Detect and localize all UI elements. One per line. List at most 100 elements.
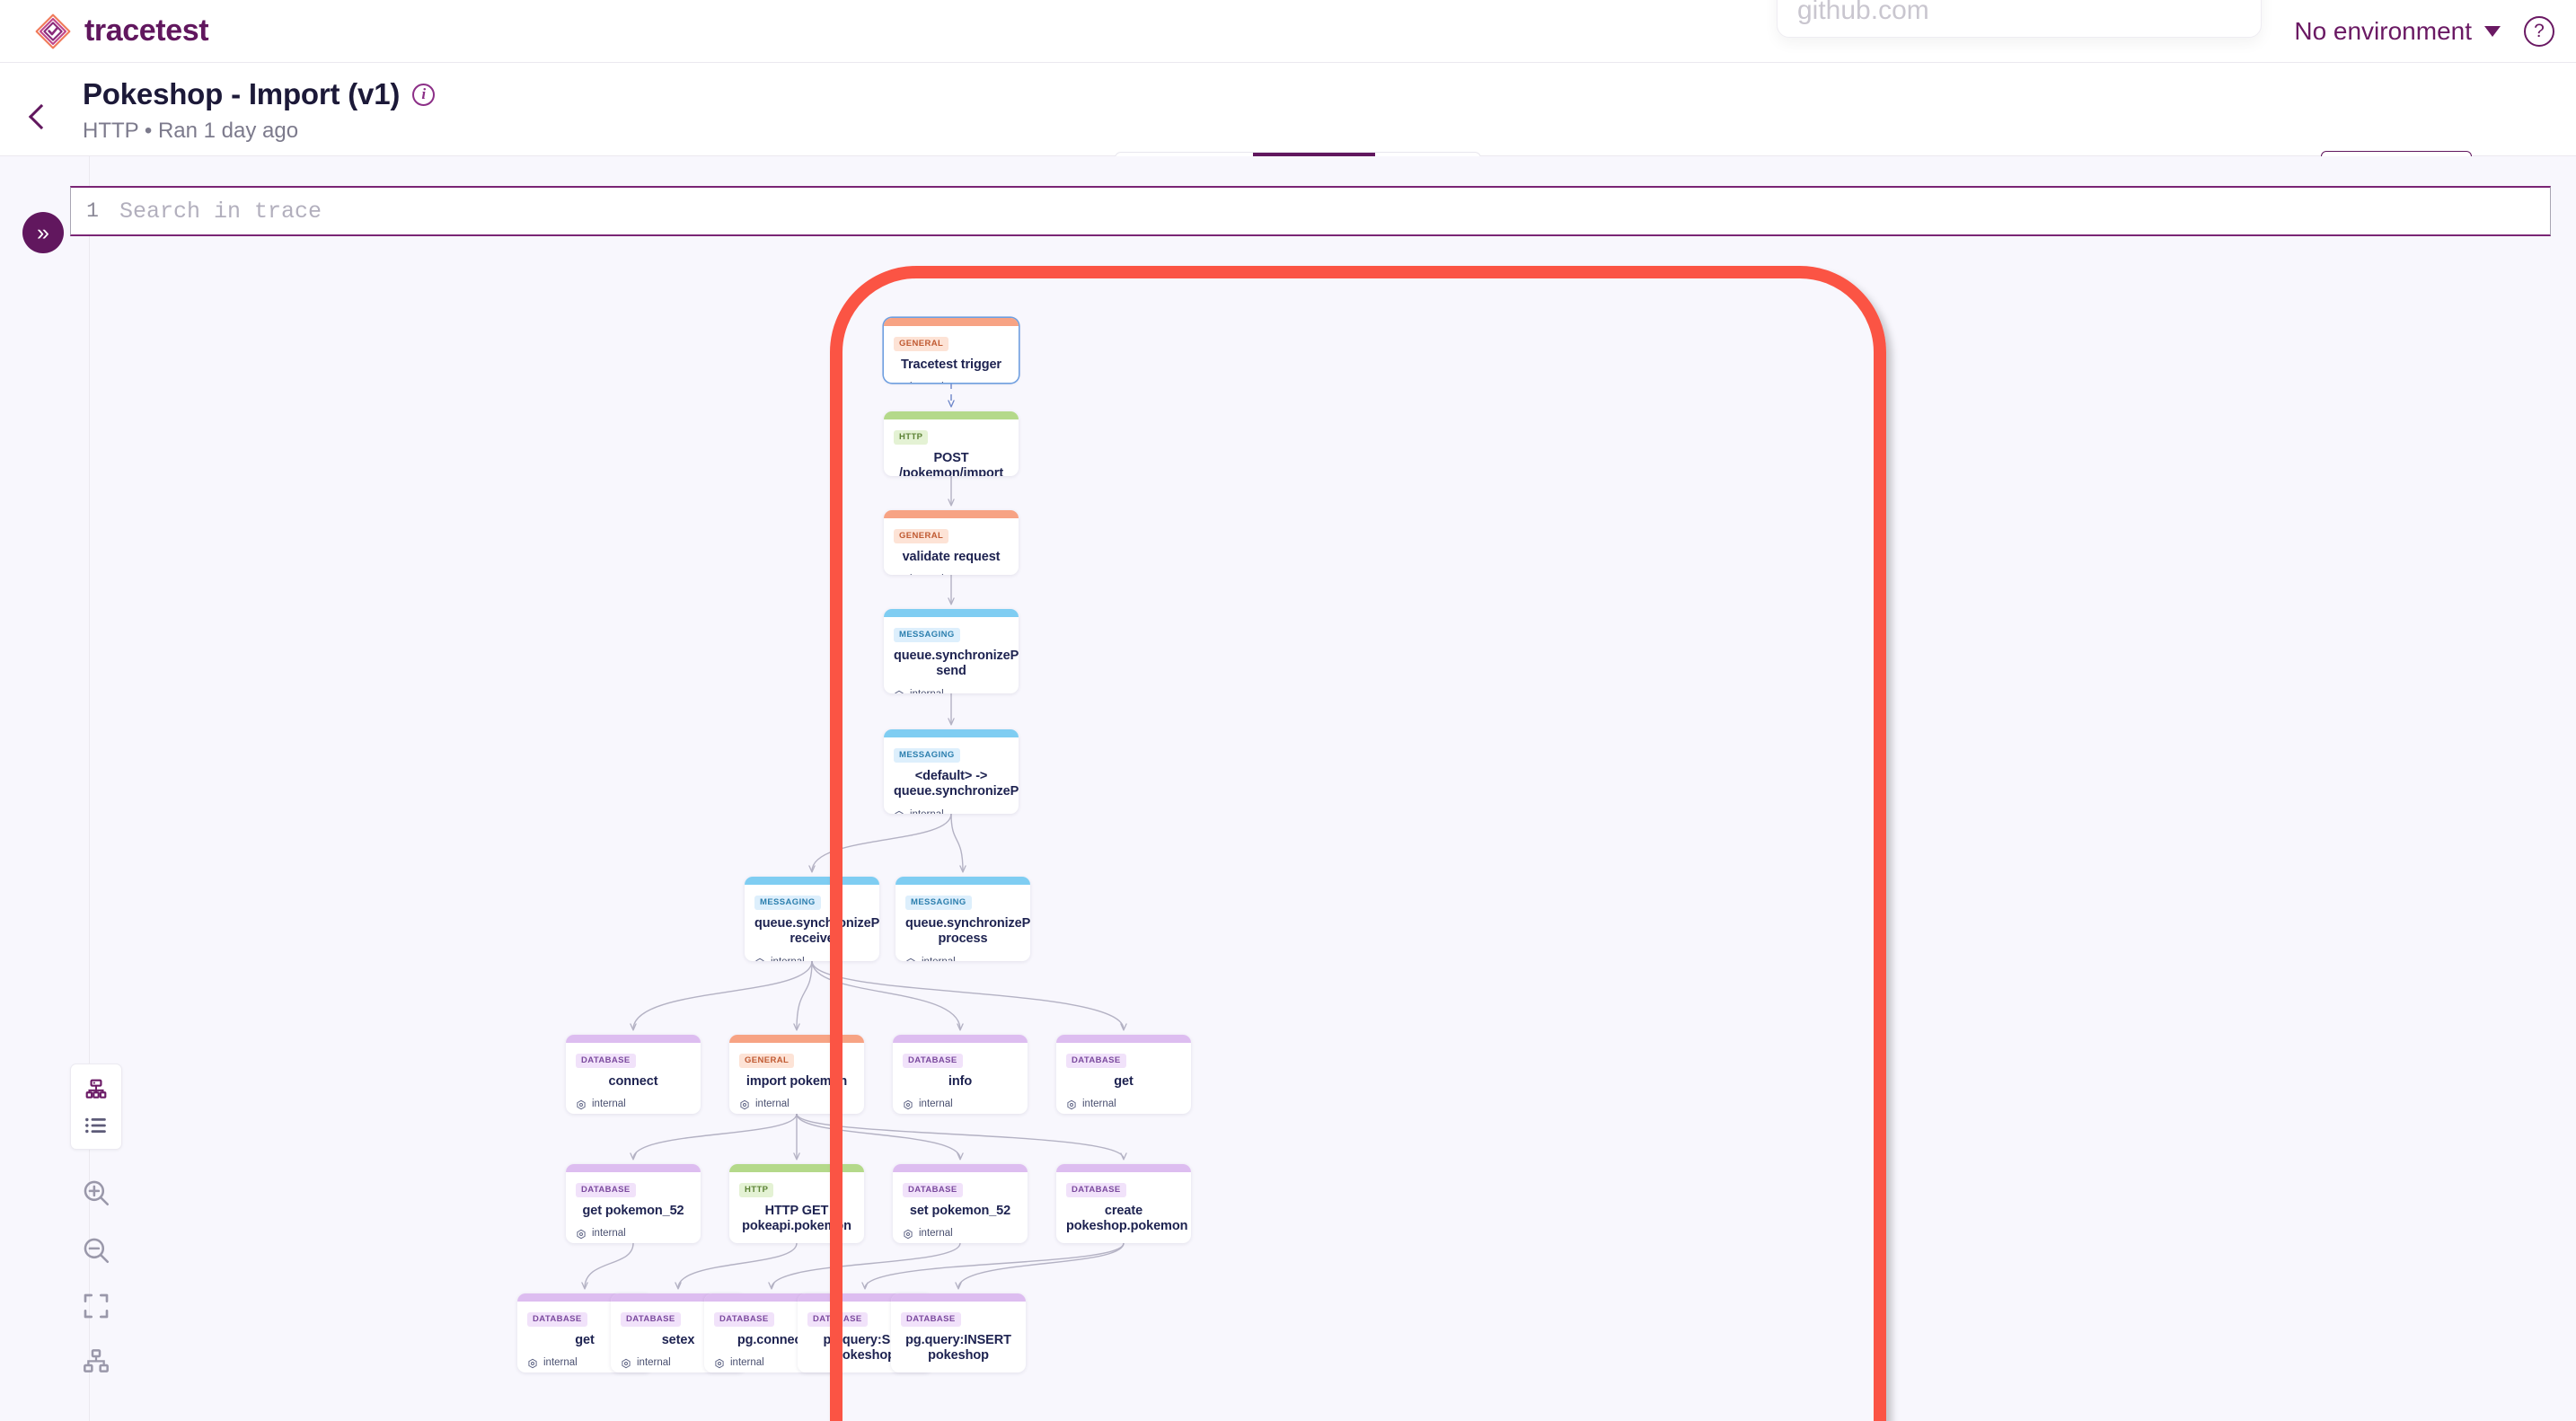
span-type-bar [884, 609, 1019, 617]
span-node[interactable]: HTTPPOST /pokemon/importinternal3ms [884, 411, 1019, 476]
span-kind-row: internal [576, 1226, 691, 1242]
span-node[interactable]: DATABASEset pokemon_52internalredis943us [893, 1164, 1028, 1243]
span-kind-row: internal [739, 1097, 854, 1113]
span-node[interactable]: MESSAGING queue.synchronizePokemon receiv… [745, 877, 879, 961]
span-kind-row: internal [903, 1226, 1018, 1242]
span-node[interactable]: DATABASEpg.query:INSERT pokeshopinternal… [891, 1293, 1026, 1372]
question-circle-icon[interactable]: ? [2524, 16, 2554, 47]
span-meta: internal57ms [894, 380, 1009, 383]
span-title: validate request [902, 549, 1001, 564]
span-title: get [1114, 1073, 1134, 1089]
span-type-bar [893, 1035, 1028, 1043]
span-node[interactable]: DATABASEinfointernalredis937us [893, 1035, 1028, 1114]
trace-graph-canvas[interactable]: GENERAL Tracetest trigger internal57ms HTTP… [90, 156, 2576, 1421]
span-type-badge: MESSAGING [754, 895, 821, 910]
span-meta: internal 199ms [739, 1097, 854, 1114]
span-node[interactable]: DATABASEget pokemon_52internalredis7ms [566, 1164, 701, 1243]
span-title: connect [608, 1073, 658, 1089]
span-kind-label: internal [543, 1357, 578, 1369]
span-kind-label: internal [919, 1228, 953, 1240]
trace-main-area: » 1 Search in trace GENERAL Tracetest tr… [0, 156, 2576, 1421]
span-title: import pokemon [745, 1073, 848, 1089]
span-body: DATABASEconnectinternalredis103us [566, 1043, 701, 1114]
span-meta: internalredis937us [903, 1097, 1018, 1114]
span-duration-label: 199ms [755, 1113, 787, 1114]
span-type-bar [884, 729, 1019, 737]
span-type-badge: DATABASE [903, 1182, 963, 1197]
span-type-badge: DATABASE [714, 1311, 774, 1327]
span-kind-label: internal [771, 955, 805, 961]
span-node[interactable]: MESSAGING queue.synchronizePokemon send in… [884, 609, 1019, 693]
address-ghost-input[interactable]: github.com [1777, 0, 2262, 38]
hexagon-internal-icon [622, 1358, 631, 1369]
span-meta: internal622us [894, 572, 1009, 575]
span-kind-row: internal [739, 1242, 854, 1243]
brand-logo-group[interactable]: tracetest [34, 13, 209, 50]
span-type-bar [729, 1035, 864, 1043]
chevron-left-icon[interactable] [28, 103, 55, 130]
graph-edge-layer [90, 383, 2576, 1421]
graph-edge [812, 813, 952, 871]
span-node[interactable]: DATABASE create pokeshop.pokemon internalp… [1056, 1164, 1191, 1243]
brand-name: tracetest [84, 13, 209, 48]
info-circle-icon[interactable]: i [412, 83, 436, 106]
span-type-badge: MESSAGING [905, 895, 972, 910]
span-meta: internalpostgres106ms [1066, 1242, 1181, 1243]
span-type-badge: DATABASE [1066, 1053, 1126, 1068]
span-kind-row: internal [894, 380, 1009, 383]
span-type-badge: DATABASE [576, 1053, 636, 1068]
span-type-bar [729, 1164, 864, 1172]
span-node[interactable]: GENERAL validate request internal622us [884, 510, 1019, 575]
span-meta: internalredis7ms [576, 1226, 691, 1243]
drawer-expand-toggle[interactable]: » [22, 212, 64, 253]
span-body: MESSAGING queue.synchronizePokemon receiv… [745, 885, 879, 961]
page-title: Pokeshop - Import (v1) i [83, 77, 436, 111]
span-type-badge: MESSAGING [894, 747, 960, 763]
span-kind-label: internal [730, 1357, 764, 1369]
span-type-badge: DATABASE [901, 1311, 961, 1327]
span-node[interactable]: GENERAL import pokemon internal 199ms [729, 1035, 864, 1114]
span-type-bar [891, 1293, 1026, 1302]
graph-edge [633, 1113, 798, 1159]
span-body: MESSAGING <default> -> queue.synchronizeP… [884, 737, 1019, 814]
span-system-row: redis [576, 1113, 691, 1114]
span-type-bar [884, 318, 1019, 326]
span-meta: internal84ms [739, 1242, 854, 1243]
environment-selector[interactable]: No environment [2294, 17, 2501, 46]
span-type-bar [566, 1035, 701, 1043]
span-kind-label: internal [922, 955, 956, 961]
span-node[interactable]: MESSAGING queue.synchronizePokemon proces… [895, 877, 1030, 961]
span-type-bar [1056, 1164, 1191, 1172]
span-type-bar [745, 877, 879, 885]
span-body: MESSAGING queue.synchronizePokemon send in… [884, 617, 1019, 693]
span-title: pg.query:INSERT pokeshop [905, 1332, 1011, 1364]
span-type-badge: DATABASE [576, 1182, 636, 1197]
span-type-bar [884, 411, 1019, 419]
span-kind-row: internal [894, 808, 1009, 814]
span-type-bar [884, 510, 1019, 518]
span-node[interactable]: HTTP HTTP GET pokeapi.pokemon internal84ms [729, 1164, 864, 1243]
span-node[interactable]: DATABASEconnectinternalredis103us [566, 1035, 701, 1114]
span-node[interactable]: GENERAL Tracetest trigger internal57ms [884, 318, 1019, 383]
span-system-row: redis [1066, 1113, 1181, 1114]
span-kind-label: internal [919, 1099, 953, 1110]
graph-edge [797, 960, 813, 1029]
environment-label: No environment [2294, 17, 2472, 45]
span-body: GENERAL validate request internal622us [884, 518, 1019, 575]
span-system-label: redis [919, 1113, 941, 1114]
span-title: queue.synchronizePokemon send [894, 648, 1019, 679]
span-system-label: redis [1082, 1113, 1105, 1114]
span-node[interactable]: DATABASEgetinternalredis551us [1056, 1035, 1191, 1114]
span-body: DATABASEset pokemon_52internalredis943us [893, 1172, 1028, 1243]
graph-edge [796, 1113, 1124, 1159]
span-body: HTTP HTTP GET pokeapi.pokemon internal84ms [729, 1172, 864, 1243]
span-body: HTTPPOST /pokemon/importinternal3ms [884, 419, 1019, 476]
span-system-label: redis [919, 1242, 941, 1243]
hexagon-internal-icon [715, 1358, 724, 1369]
span-kind-label: internal [1082, 1242, 1116, 1243]
span-node[interactable]: MESSAGING <default> -> queue.synchronizeP… [884, 729, 1019, 814]
span-kind-label: internal [592, 1099, 626, 1110]
span-system-label: redis [592, 1113, 614, 1114]
span-kind-label: internal [755, 1099, 790, 1110]
hexagon-internal-icon [1067, 1099, 1076, 1110]
